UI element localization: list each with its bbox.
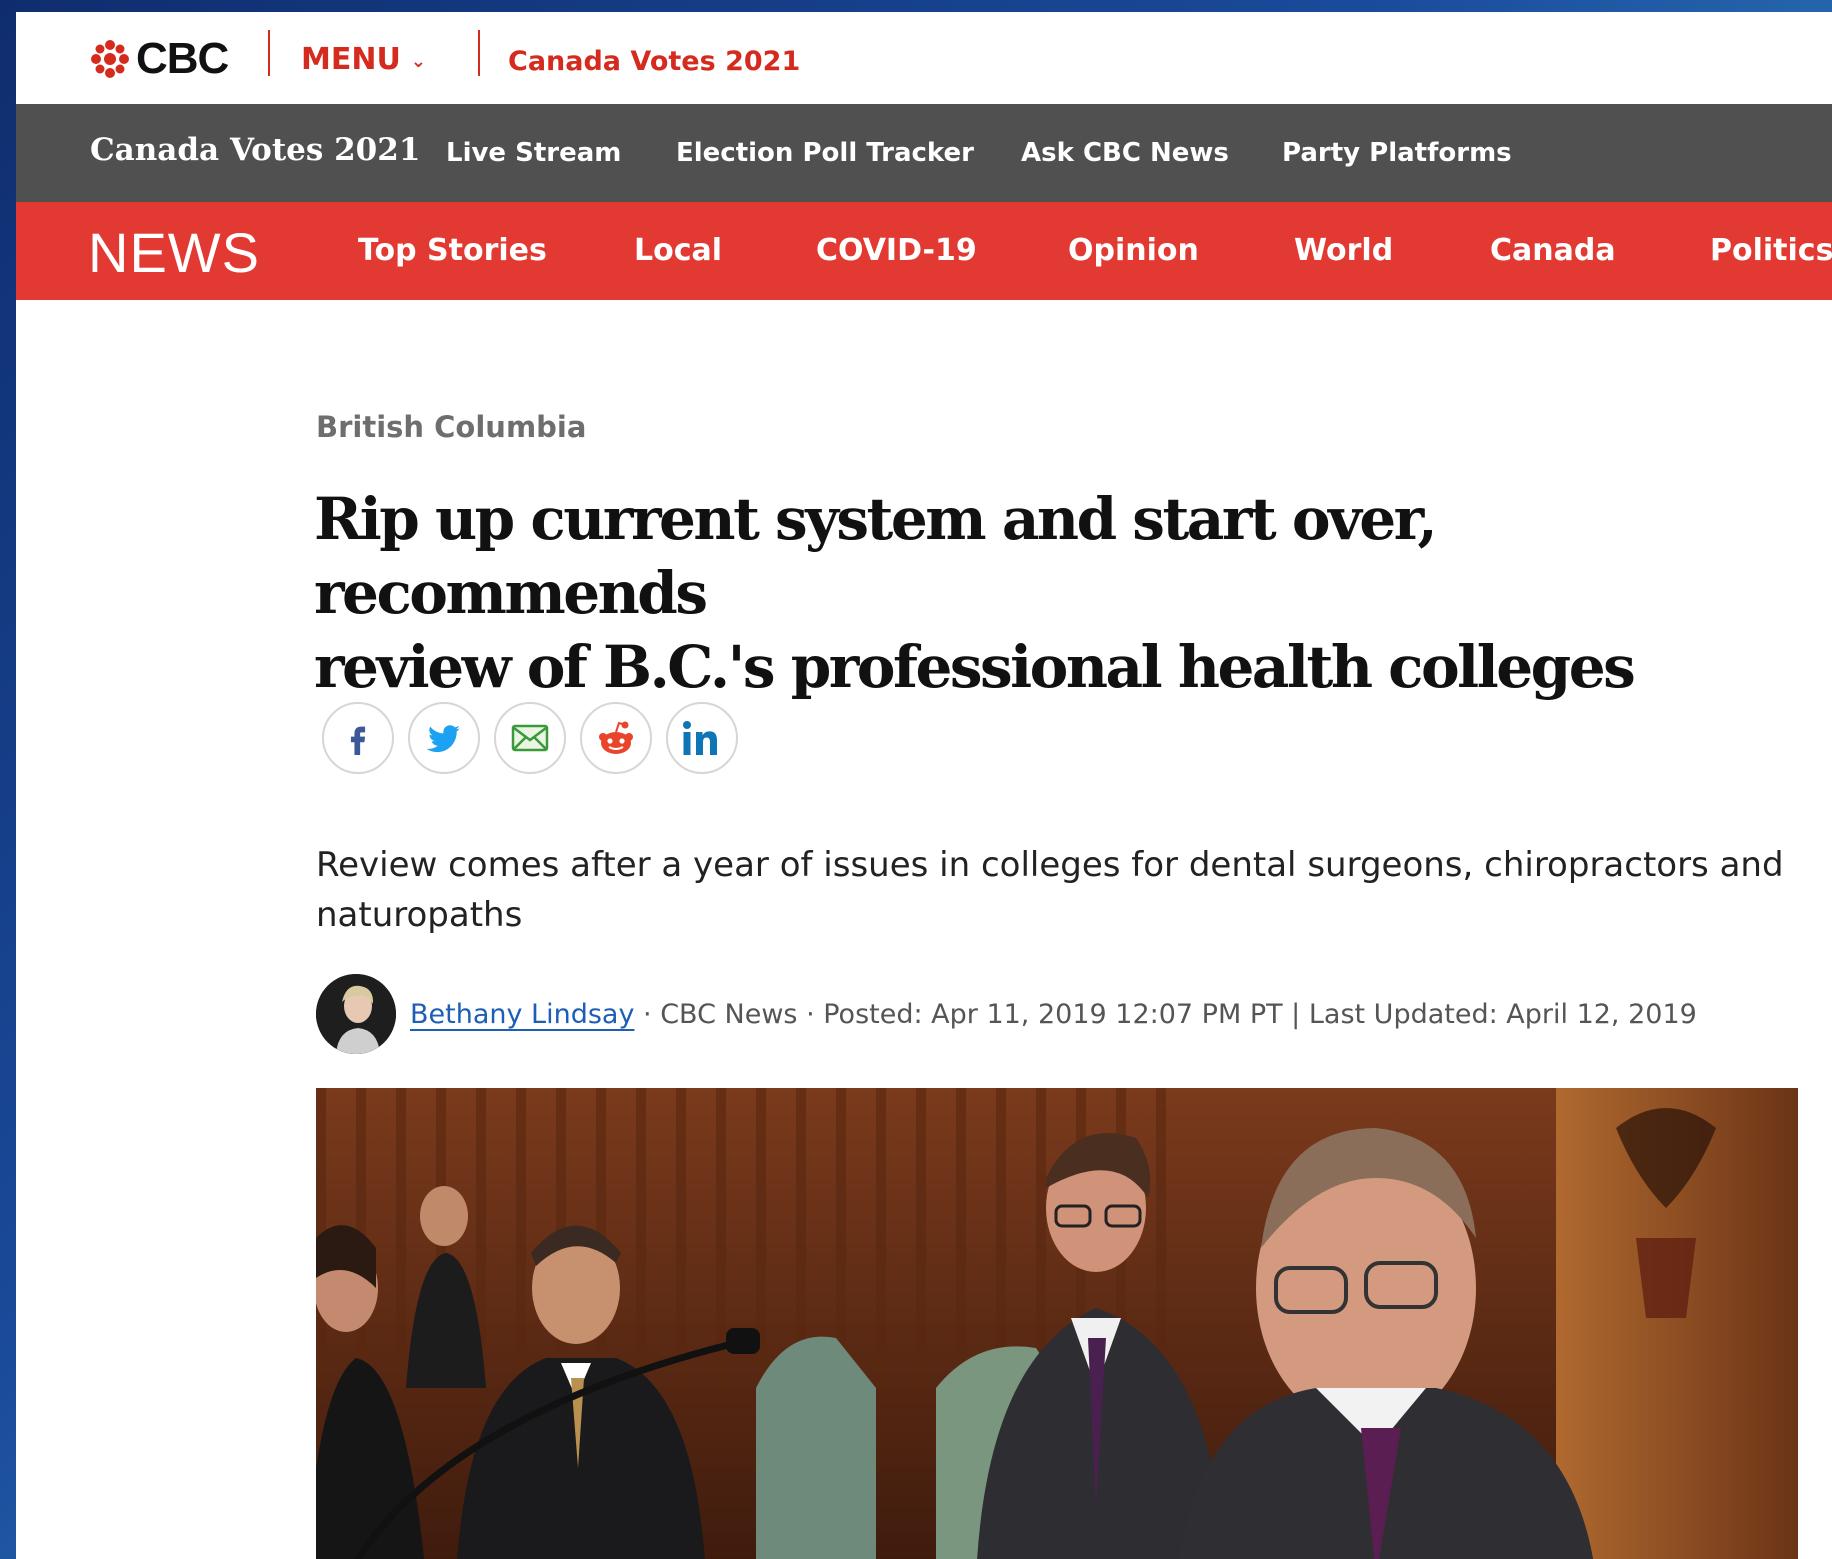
share-email-button[interactable] xyxy=(494,702,566,774)
posted-timestamp: Posted: Apr 11, 2019 12:07 PM PT xyxy=(823,998,1283,1030)
nav-ask-cbc-news[interactable]: Ask CBC News xyxy=(1021,138,1229,168)
menu-button[interactable]: MENU ⌄ xyxy=(301,42,426,77)
news-brand-link[interactable]: NEWS xyxy=(88,220,260,285)
nav-world[interactable]: World xyxy=(1294,233,1393,268)
byline-meta: Bethany Lindsay · CBC News · Posted: Apr… xyxy=(410,999,1697,1030)
chevron-down-icon: ⌄ xyxy=(410,51,426,72)
byline-separator: · xyxy=(634,998,661,1030)
section-label[interactable]: British Columbia xyxy=(316,410,586,444)
byline-separator: | xyxy=(1282,998,1309,1030)
cbc-logo[interactable]: CBC xyxy=(90,34,229,84)
author-photo xyxy=(316,974,396,1054)
divider xyxy=(478,30,480,76)
author-link[interactable]: Bethany Lindsay xyxy=(410,999,634,1030)
divider xyxy=(268,30,270,76)
email-icon xyxy=(511,724,549,752)
top-bar: CBC MENU ⌄ Canada Votes 2021 xyxy=(16,12,1832,104)
nav-election-poll-tracker[interactable]: Election Poll Tracker xyxy=(676,138,974,168)
byline-outlet: CBC News xyxy=(660,998,798,1030)
headline-line-1: Rip up current system and start over, re… xyxy=(314,485,1438,627)
share-twitter-button[interactable] xyxy=(408,702,480,774)
byline: Bethany Lindsay · CBC News · Posted: Apr… xyxy=(316,974,1697,1054)
canada-votes-link[interactable]: Canada Votes 2021 xyxy=(508,46,800,77)
updated-timestamp: Last Updated: April 12, 2019 xyxy=(1308,998,1697,1030)
browser-page: CBC MENU ⌄ Canada Votes 2021 Canada Vote… xyxy=(16,12,1832,1559)
nav-top-stories[interactable]: Top Stories xyxy=(358,233,547,268)
nav-politics[interactable]: Politics xyxy=(1710,233,1832,268)
hero-image xyxy=(316,1088,1798,1559)
author-avatar[interactable] xyxy=(316,974,396,1054)
election-brand-link[interactable]: Canada Votes 2021 xyxy=(90,132,420,168)
menu-label: MENU xyxy=(301,42,401,77)
share-bar xyxy=(322,702,738,774)
article-deck: Review comes after a year of issues in c… xyxy=(316,845,1784,935)
headline-line-2: review of B.C.'s professional health col… xyxy=(314,633,1636,701)
article-headline: Rip up current system and start over, re… xyxy=(314,482,1814,704)
nav-local[interactable]: Local xyxy=(634,233,722,268)
nav-canada[interactable]: Canada xyxy=(1490,233,1616,268)
facebook-icon xyxy=(350,726,366,755)
nav-party-platforms[interactable]: Party Platforms xyxy=(1282,138,1512,168)
share-linkedin-button[interactable] xyxy=(666,702,738,774)
twitter-icon xyxy=(426,725,460,753)
share-facebook-button[interactable] xyxy=(322,702,394,774)
cbc-gem-icon xyxy=(91,40,129,78)
nav-live-stream[interactable]: Live Stream xyxy=(446,138,621,168)
hero-photo xyxy=(316,1088,1798,1559)
cbc-wordmark: CBC xyxy=(136,34,229,83)
news-nav-bar: NEWS Top Stories Local COVID-19 Opinion … xyxy=(16,202,1832,300)
nav-covid-19[interactable]: COVID-19 xyxy=(816,233,977,268)
linkedin-icon xyxy=(683,721,717,755)
reddit-icon xyxy=(599,721,633,754)
share-reddit-button[interactable] xyxy=(580,702,652,774)
nav-opinion[interactable]: Opinion xyxy=(1068,233,1199,268)
election-nav-bar: Canada Votes 2021 Live Stream Election P… xyxy=(16,104,1832,202)
byline-separator: · xyxy=(797,998,824,1030)
